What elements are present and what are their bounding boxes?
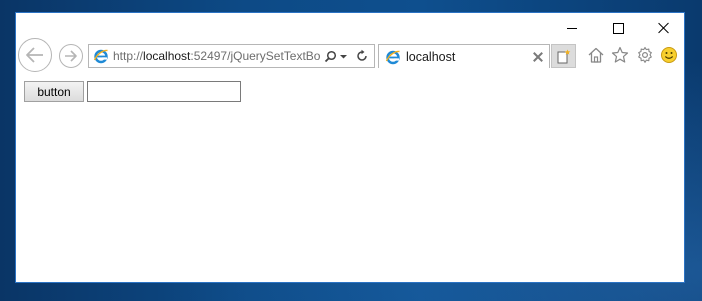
tab-title: localhost (406, 49, 456, 64)
close-window-button[interactable] (641, 13, 687, 43)
maximize-icon (612, 22, 624, 34)
star-icon (611, 46, 629, 63)
new-tab-button[interactable] (551, 44, 576, 68)
forward-button[interactable] (59, 44, 83, 68)
tab-close-icon[interactable] (533, 52, 543, 62)
chevron-down-icon[interactable] (339, 52, 348, 61)
refresh-icon[interactable] (355, 49, 369, 63)
maximize-button[interactable] (595, 13, 641, 43)
address-path: :52497/jQuerySetTextBo (190, 49, 320, 63)
home-button[interactable] (586, 45, 606, 65)
settings-button[interactable] (635, 45, 655, 65)
page-button[interactable]: button (24, 81, 84, 102)
search-icon[interactable] (324, 50, 337, 63)
feedback-button[interactable] (659, 45, 679, 65)
minimize-icon (567, 27, 577, 29)
favorites-button[interactable] (610, 45, 630, 65)
new-tab-icon (557, 49, 570, 63)
forward-arrow-icon (65, 50, 77, 62)
home-icon (588, 47, 604, 63)
ie-icon (93, 48, 109, 64)
address-prefix: http:// (113, 49, 144, 63)
smiley-icon (661, 47, 677, 63)
ie-icon (385, 49, 401, 65)
address-host: localhost (143, 49, 191, 63)
minimize-button[interactable] (549, 13, 595, 43)
page-text-input[interactable] (87, 81, 241, 102)
back-arrow-icon (26, 47, 43, 63)
address-url[interactable]: http://localhost:52497/jQuerySetTextBo (113, 49, 320, 63)
tab-localhost[interactable]: localhost (378, 44, 550, 68)
address-bar[interactable]: http://localhost:52497/jQuerySetTextBo (88, 44, 375, 68)
browser-window: http://localhost:52497/jQuerySetTextBo l… (15, 12, 685, 283)
close-icon (658, 22, 670, 34)
back-button[interactable] (18, 38, 52, 72)
gear-icon (638, 46, 652, 63)
